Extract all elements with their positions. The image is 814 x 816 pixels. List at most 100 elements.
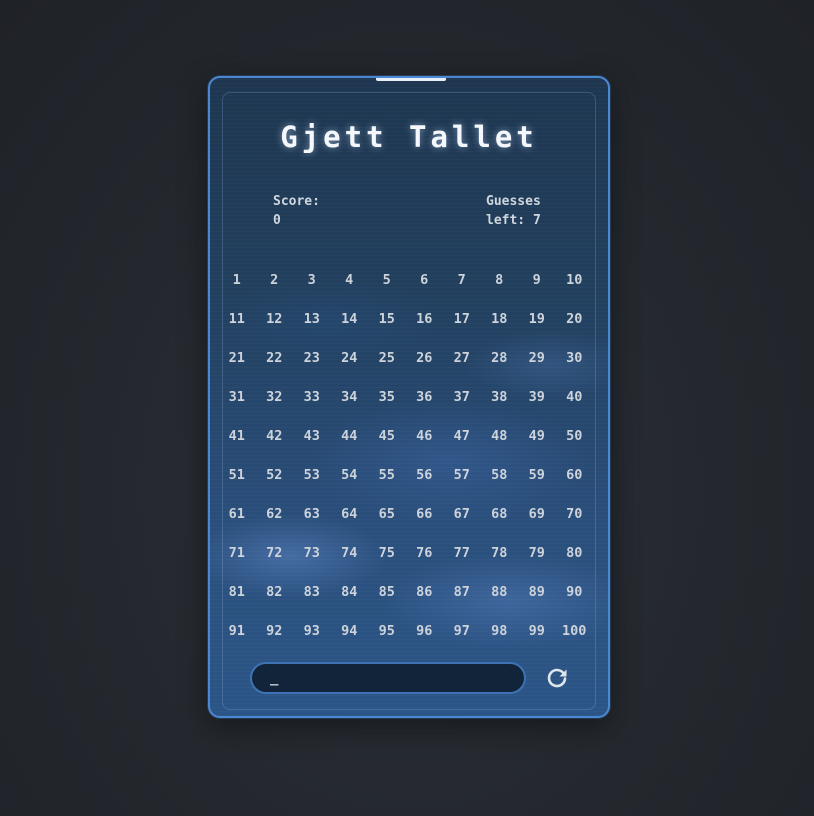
number-cell[interactable]: 85: [368, 582, 406, 602]
number-cell[interactable]: 68: [481, 504, 519, 524]
number-cell[interactable]: 33: [293, 387, 331, 407]
number-cell[interactable]: 28: [481, 348, 519, 368]
number-cell[interactable]: 26: [406, 348, 444, 368]
number-cell[interactable]: 20: [556, 309, 594, 329]
number-cell[interactable]: 2: [256, 270, 294, 290]
number-cell[interactable]: 1: [218, 270, 256, 290]
number-cell[interactable]: 90: [556, 582, 594, 602]
number-cell[interactable]: 80: [556, 543, 594, 563]
number-cell[interactable]: 42: [256, 426, 294, 446]
number-cell[interactable]: 82: [256, 582, 294, 602]
number-cell[interactable]: 24: [331, 348, 369, 368]
number-cell[interactable]: 32: [256, 387, 294, 407]
number-cell[interactable]: 19: [518, 309, 556, 329]
number-cell[interactable]: 5: [368, 270, 406, 290]
number-cell[interactable]: 100: [556, 621, 594, 641]
number-cell[interactable]: 69: [518, 504, 556, 524]
number-cell[interactable]: 54: [331, 465, 369, 485]
number-cell[interactable]: 86: [406, 582, 444, 602]
number-cell[interactable]: 36: [406, 387, 444, 407]
number-cell[interactable]: 62: [256, 504, 294, 524]
number-cell[interactable]: 99: [518, 621, 556, 641]
number-cell[interactable]: 73: [293, 543, 331, 563]
number-cell[interactable]: 13: [293, 309, 331, 329]
number-cell[interactable]: 57: [443, 465, 481, 485]
number-cell[interactable]: 75: [368, 543, 406, 563]
number-cell[interactable]: 53: [293, 465, 331, 485]
number-cell[interactable]: 40: [556, 387, 594, 407]
number-cell[interactable]: 25: [368, 348, 406, 368]
number-cell[interactable]: 45: [368, 426, 406, 446]
number-cell[interactable]: 63: [293, 504, 331, 524]
number-cell[interactable]: 38: [481, 387, 519, 407]
number-cell[interactable]: 72: [256, 543, 294, 563]
number-cell[interactable]: 7: [443, 270, 481, 290]
number-cell[interactable]: 34: [331, 387, 369, 407]
number-cell[interactable]: 47: [443, 426, 481, 446]
number-cell[interactable]: 51: [218, 465, 256, 485]
number-cell[interactable]: 93: [293, 621, 331, 641]
number-cell[interactable]: 23: [293, 348, 331, 368]
number-cell[interactable]: 43: [293, 426, 331, 446]
reset-button[interactable]: [543, 664, 571, 692]
number-cell[interactable]: 31: [218, 387, 256, 407]
number-cell[interactable]: 44: [331, 426, 369, 446]
guess-input[interactable]: _: [250, 662, 526, 694]
number-cell[interactable]: 64: [331, 504, 369, 524]
number-cell[interactable]: 84: [331, 582, 369, 602]
number-cell[interactable]: 60: [556, 465, 594, 485]
number-cell[interactable]: 11: [218, 309, 256, 329]
number-cell[interactable]: 88: [481, 582, 519, 602]
number-cell[interactable]: 10: [556, 270, 594, 290]
number-cell[interactable]: 77: [443, 543, 481, 563]
number-cell[interactable]: 27: [443, 348, 481, 368]
number-cell[interactable]: 78: [481, 543, 519, 563]
number-cell[interactable]: 50: [556, 426, 594, 446]
number-cell[interactable]: 29: [518, 348, 556, 368]
number-cell[interactable]: 65: [368, 504, 406, 524]
number-cell[interactable]: 74: [331, 543, 369, 563]
number-cell[interactable]: 14: [331, 309, 369, 329]
number-cell[interactable]: 98: [481, 621, 519, 641]
number-cell[interactable]: 48: [481, 426, 519, 446]
number-cell[interactable]: 94: [331, 621, 369, 641]
number-cell[interactable]: 15: [368, 309, 406, 329]
number-cell[interactable]: 87: [443, 582, 481, 602]
number-cell[interactable]: 92: [256, 621, 294, 641]
number-cell[interactable]: 37: [443, 387, 481, 407]
number-cell[interactable]: 52: [256, 465, 294, 485]
number-cell[interactable]: 96: [406, 621, 444, 641]
number-cell[interactable]: 76: [406, 543, 444, 563]
number-cell[interactable]: 4: [331, 270, 369, 290]
number-cell[interactable]: 6: [406, 270, 444, 290]
number-cell[interactable]: 49: [518, 426, 556, 446]
number-cell[interactable]: 55: [368, 465, 406, 485]
number-cell[interactable]: 22: [256, 348, 294, 368]
number-cell[interactable]: 83: [293, 582, 331, 602]
number-cell[interactable]: 17: [443, 309, 481, 329]
number-cell[interactable]: 97: [443, 621, 481, 641]
number-cell[interactable]: 41: [218, 426, 256, 446]
number-cell[interactable]: 12: [256, 309, 294, 329]
number-cell[interactable]: 46: [406, 426, 444, 446]
number-cell[interactable]: 81: [218, 582, 256, 602]
number-cell[interactable]: 8: [481, 270, 519, 290]
number-cell[interactable]: 79: [518, 543, 556, 563]
number-cell[interactable]: 70: [556, 504, 594, 524]
number-cell[interactable]: 30: [556, 348, 594, 368]
number-cell[interactable]: 67: [443, 504, 481, 524]
number-cell[interactable]: 66: [406, 504, 444, 524]
number-cell[interactable]: 9: [518, 270, 556, 290]
number-cell[interactable]: 18: [481, 309, 519, 329]
number-cell[interactable]: 61: [218, 504, 256, 524]
number-cell[interactable]: 59: [518, 465, 556, 485]
number-cell[interactable]: 95: [368, 621, 406, 641]
number-cell[interactable]: 71: [218, 543, 256, 563]
number-cell[interactable]: 16: [406, 309, 444, 329]
number-cell[interactable]: 3: [293, 270, 331, 290]
number-cell[interactable]: 56: [406, 465, 444, 485]
number-cell[interactable]: 21: [218, 348, 256, 368]
number-cell[interactable]: 58: [481, 465, 519, 485]
number-cell[interactable]: 89: [518, 582, 556, 602]
number-cell[interactable]: 35: [368, 387, 406, 407]
